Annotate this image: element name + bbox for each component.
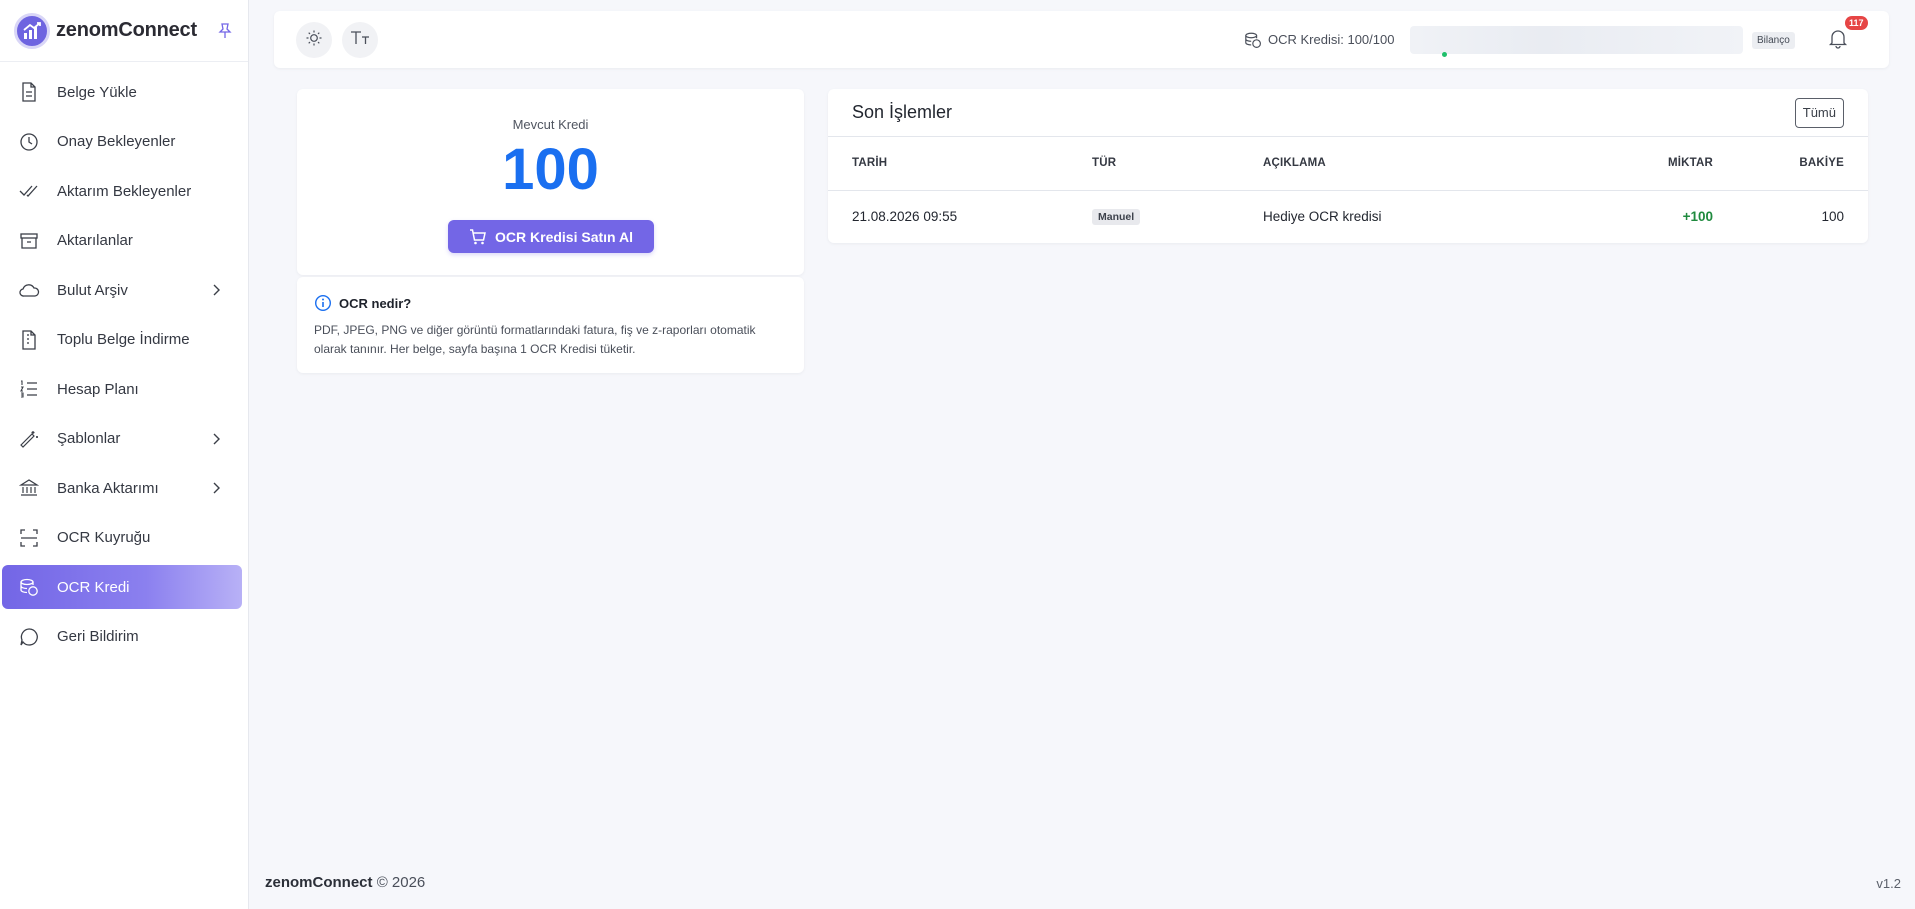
table-row[interactable]: 21.08.2026 09:55 Manuel Hediye OCR kredi…	[828, 190, 1868, 243]
sidebar-item-toplu-belge-indirme[interactable]: Toplu Belge İndirme	[2, 318, 242, 362]
brand: zenomConnect	[0, 0, 248, 62]
footer-year: © 2026	[376, 874, 426, 891]
message-icon	[18, 626, 40, 648]
transactions-title: Son İşlemler	[852, 102, 953, 122]
credit-card: Mevcut Kredi 100 OCR Kredisi Satın Al	[297, 89, 804, 275]
ocr-info-card: OCR nedir? PDF, JPEG, PNG ve diğer görün…	[297, 277, 804, 373]
bell-icon[interactable]	[1827, 27, 1851, 51]
pin-icon[interactable]	[216, 22, 234, 40]
notification-count-badge: 117	[1845, 16, 1868, 30]
info-title-row: OCR nedir?	[314, 294, 787, 312]
info-title: OCR nedir?	[339, 295, 412, 311]
sidebar-item-label: OCR Kredi	[57, 578, 130, 596]
file-zip-icon	[18, 329, 40, 351]
buy-ocr-credit-button[interactable]: OCR Kredisi Satın Al	[448, 220, 654, 253]
sidebar-item-label: Banka Aktarımı	[57, 479, 159, 497]
cell-balance: 100	[1821, 209, 1844, 225]
sidebar-item-ocr-kredi[interactable]: OCR Kredi	[2, 565, 242, 609]
coins-icon	[18, 576, 40, 598]
sidebar-item-bulut-arsiv[interactable]: Bulut Arşiv	[2, 268, 242, 312]
sidebar-item-banka-aktarimi[interactable]: Banka Aktarımı	[2, 466, 242, 510]
coins-icon	[1244, 31, 1262, 49]
transactions-header: Son İşlemler Tümü	[828, 89, 1868, 137]
sidebar-item-label: OCR Kuyruğu	[57, 529, 151, 546]
transactions-table: TARİH TÜR AÇIKLAMA MİKTAR BAKİYE 21.08.2…	[828, 137, 1868, 243]
credit-label: Mevcut Kredi	[512, 117, 589, 132]
credit-value: 100	[502, 137, 599, 202]
sidebar-item-label: Belge Yükle	[57, 83, 137, 101]
cell-amount: +100	[1583, 190, 1713, 243]
theme-toggle-button[interactable]	[296, 22, 332, 58]
sidebar-item-label: Hesap Planı	[57, 380, 139, 398]
amount-value: +100	[1682, 209, 1713, 225]
cell-date: 21.08.2026 09:55	[852, 209, 958, 225]
app-version: v1.2	[1876, 876, 1901, 891]
type-badge: Manuel	[1092, 209, 1141, 226]
company-type-badge: Bilanço	[1752, 32, 1795, 49]
bank-icon	[18, 477, 40, 499]
info-icon	[314, 294, 332, 312]
topbar: OCR Kredisi: 100/100 Bilanço 117	[274, 11, 1889, 68]
recent-transactions-card: Son İşlemler Tümü TARİH TÜR AÇIKLAMA MİK…	[828, 89, 1868, 243]
info-text: PDF, JPEG, PNG ve diğer görüntü formatla…	[314, 323, 756, 356]
ocr-credit-text: OCR Kredisi: 100/100	[1268, 32, 1395, 47]
cart-icon	[469, 228, 487, 246]
double-check-icon	[18, 180, 40, 202]
sidebar-item-label: Şablonlar	[57, 430, 121, 447]
font-size-button[interactable]	[342, 22, 378, 58]
view-all-button[interactable]: Tümü	[1794, 97, 1844, 128]
text-size-icon	[350, 30, 370, 51]
table-header-row: TARİH TÜR AÇIKLAMA MİKTAR BAKİYE	[828, 137, 1868, 191]
sidebar-item-sablonlar[interactable]: Şablonlar	[2, 417, 242, 461]
status-dot	[1442, 52, 1447, 57]
sidebar-item-label: Bulut Arşiv	[57, 281, 128, 299]
sidebar-item-aktarilanlar[interactable]: Aktarılanlar	[2, 219, 242, 263]
column-header-amount[interactable]: MİKTAR	[1583, 137, 1713, 191]
archive-icon	[18, 230, 40, 252]
sidebar-nav: Belge Yükle Onay Bekleyenler Aktarım Bek…	[0, 62, 248, 659]
chevron-right-icon	[208, 431, 224, 447]
list-ordered-icon	[18, 378, 40, 400]
cloud-icon	[18, 279, 40, 301]
clock-icon	[18, 131, 40, 153]
sidebar-item-label: Onay Bekleyenler	[57, 133, 176, 150]
column-header-description[interactable]: AÇIKLAMA	[1263, 137, 1583, 191]
chevron-right-icon	[208, 480, 224, 496]
sidebar-item-hesap-plani[interactable]: Hesap Planı	[2, 367, 242, 411]
cell-description: Hediye OCR kredisi	[1263, 209, 1382, 225]
magic-wand-icon	[18, 428, 40, 450]
file-icon	[18, 81, 40, 103]
sidebar: zenomConnect Belge Yükle Onay Bekleyenle…	[0, 0, 249, 909]
sidebar-item-label: Toplu Belge İndirme	[57, 331, 190, 348]
sun-icon	[305, 29, 323, 52]
ocr-credit-indicator[interactable]: OCR Kredisi: 100/100	[1244, 11, 1394, 68]
company-select[interactable]	[1410, 26, 1743, 57]
column-header-balance[interactable]: BAKİYE	[1713, 137, 1868, 191]
buy-ocr-credit-label: OCR Kredisi Satın Al	[495, 228, 633, 245]
sidebar-item-label: Aktarım Bekleyenler	[57, 182, 192, 200]
column-header-date[interactable]: TARİH	[828, 137, 1092, 191]
brand-name[interactable]: zenomConnect	[56, 19, 197, 42]
sidebar-item-ocr-kuyrugu[interactable]: OCR Kuyruğu	[2, 516, 242, 560]
sidebar-item-geri-bildirim[interactable]: Geri Bildirim	[2, 615, 242, 659]
column-header-type[interactable]: TÜR	[1092, 137, 1263, 191]
sidebar-item-belge-yukle[interactable]: Belge Yükle	[2, 70, 242, 114]
sidebar-item-onay-bekleyenler[interactable]: Onay Bekleyenler	[2, 120, 242, 164]
footer-brand: zenomConnect	[265, 874, 373, 891]
sidebar-item-aktarim-bekleyenler[interactable]: Aktarım Bekleyenler	[2, 169, 242, 213]
footer-copyright: zenomConnect © 2026	[265, 874, 425, 891]
chevron-right-icon	[208, 282, 224, 298]
cell-type: Manuel	[1092, 190, 1263, 243]
scan-icon	[18, 527, 40, 549]
sidebar-item-label: Geri Bildirim	[57, 628, 139, 645]
brand-logo-icon[interactable]	[14, 12, 50, 49]
sidebar-item-label: Aktarılanlar	[57, 232, 133, 249]
